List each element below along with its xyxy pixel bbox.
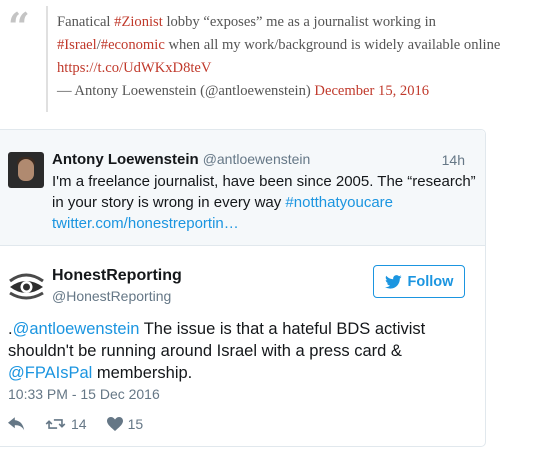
quote-line-2: #Israel/#economic when all my work/backg… xyxy=(57,34,537,57)
quote-text: lobby “exposes” me as a journalist worki… xyxy=(162,14,436,30)
quote-line-1: Fanatical #Zionist lobby “exposes” me as… xyxy=(57,11,537,34)
quoted-author-handle[interactable]: @antloewenstein xyxy=(203,151,311,167)
quoted-tweet-body: I'm a freelance journalist, have been si… xyxy=(52,173,476,211)
quoted-author-name[interactable]: Antony Loewenstein xyxy=(52,151,199,168)
tweet-text: .@antloewenstein The issue is that a hat… xyxy=(8,318,478,384)
tweet-timestamp[interactable]: 10:33 PM - 15 Dec 2016 xyxy=(8,386,160,402)
attribution-text: — Antony Loewenstein (@antloewenstein) xyxy=(57,83,315,99)
quote-mark-icon: “ xyxy=(8,4,30,49)
quoted-tweet-header: Antony Loewenstein @antloewenstein xyxy=(52,151,310,168)
tweet-text-end: membership. xyxy=(92,364,193,382)
quote-divider xyxy=(46,6,48,112)
hashtag-israel-link[interactable]: #Israel xyxy=(57,37,97,53)
hashtag-notthatyoucare-link[interactable]: #notthatyoucare xyxy=(285,194,393,211)
quoted-tweet-link[interactable]: twitter.com/honestreportin… xyxy=(52,215,239,232)
quote-line-3: https://t.co/UdWKxD8teV xyxy=(57,57,537,80)
retweet-button[interactable]: 14 xyxy=(45,416,87,432)
heart-icon xyxy=(106,417,123,431)
author-handle[interactable]: @HonestReporting xyxy=(52,288,171,304)
quote-attribution: — Antony Loewenstein (@antloewenstein) D… xyxy=(57,80,537,103)
follow-button[interactable]: Follow xyxy=(373,265,465,298)
honestreporting-eye-logo[interactable] xyxy=(8,267,45,304)
tweet-card: Antony Loewenstein @antloewenstein 14h I'… xyxy=(0,129,486,447)
quote-text: when all my work/background is widely av… xyxy=(164,37,501,53)
embedded-blockquote: “ Fanatical #Zionist lobby “exposes” me … xyxy=(0,0,542,120)
follow-label: Follow xyxy=(407,273,454,290)
quoted-tweet-time[interactable]: 14h xyxy=(442,152,465,168)
hashtag-zionist-link[interactable]: #Zionist xyxy=(114,14,163,30)
tco-link[interactable]: https://t.co/UdWKxD8teV xyxy=(57,60,211,76)
like-count: 15 xyxy=(127,416,144,432)
quoted-tweet-text: I'm a freelance journalist, have been si… xyxy=(52,171,480,234)
quoted-tweet[interactable]: Antony Loewenstein @antloewenstein 14h I'… xyxy=(0,130,485,246)
hashtag-economic-link[interactable]: #economic xyxy=(101,37,165,53)
mention-fpaispal-link[interactable]: @FPAIsPal xyxy=(8,364,92,382)
like-button[interactable]: 15 xyxy=(106,416,144,432)
retweet-count: 14 xyxy=(71,416,87,432)
quote-text: Fanatical xyxy=(57,14,115,30)
author-name[interactable]: HonestReporting xyxy=(52,267,182,285)
reply-icon xyxy=(8,417,25,431)
retweet-icon xyxy=(45,419,66,429)
quote-date-link[interactable]: December 15, 2016 xyxy=(314,83,429,99)
tweet-actions: 14 15 xyxy=(8,414,143,434)
quoted-author-avatar[interactable] xyxy=(8,152,44,188)
twitter-bird-icon xyxy=(384,274,402,289)
mention-antloewenstein-link[interactable]: @antloewenstein xyxy=(13,320,140,338)
reply-button[interactable] xyxy=(8,417,25,431)
avatar-face xyxy=(18,159,34,181)
quote-body: Fanatical #Zionist lobby “exposes” me as… xyxy=(57,11,537,103)
